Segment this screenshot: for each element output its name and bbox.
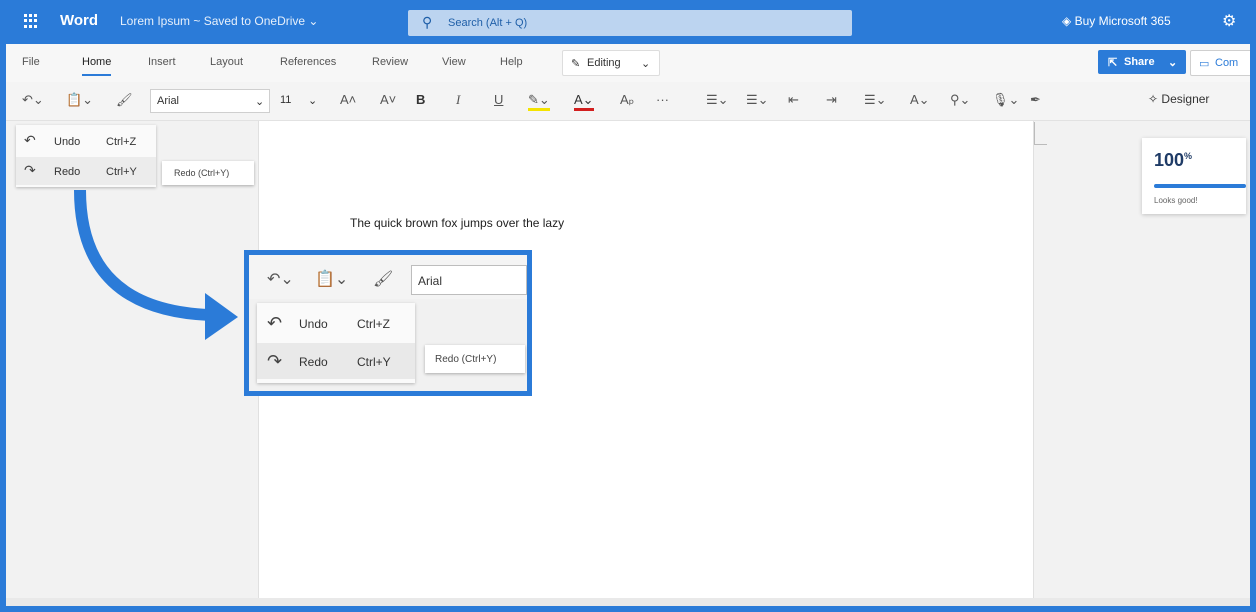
- window-frame: [0, 0, 1256, 612]
